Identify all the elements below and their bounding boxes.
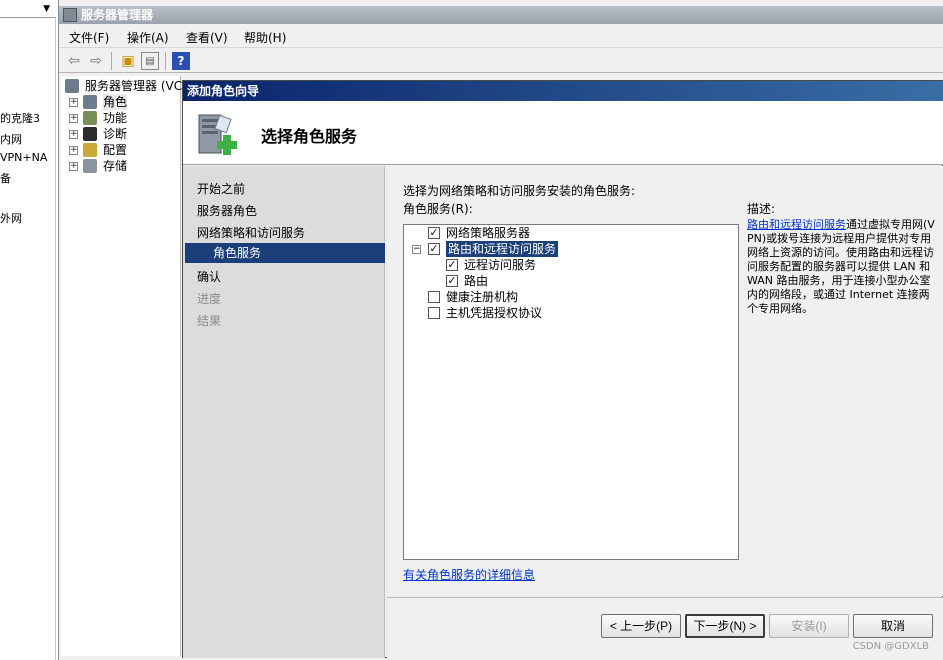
- instruction-text: 选择为网络策略和访问服务安装的角色服务:: [403, 184, 636, 198]
- cancel-button[interactable]: 取消: [853, 614, 933, 638]
- step-network-policy[interactable]: 网络策略和访问服务: [197, 224, 305, 241]
- roles-icon: [83, 95, 97, 109]
- wizard-header: 选择角色服务: [183, 101, 943, 165]
- background-list-item[interactable]: 内网: [0, 131, 22, 147]
- step-progress: 进度: [197, 292, 222, 306]
- role-services-list[interactable]: ✓ 网络策略服务器 − ✓ 路由和远程访问服务 ✓ 远程访问服务 ✓ 路由 健康…: [403, 224, 739, 560]
- step-before-you-begin[interactable]: 开始之前: [197, 180, 245, 197]
- server-manager-icon: [63, 8, 77, 22]
- server-manager-title: 服务器管理器: [81, 8, 154, 22]
- step-role-services[interactable]: 角色服务: [185, 243, 385, 263]
- back-icon[interactable]: ⇦: [65, 52, 83, 70]
- wizard-steps-panel: 开始之前 服务器角色 网络策略和访问服务 角色服务 确认 进度 结果: [183, 166, 385, 658]
- menu-help[interactable]: 帮助(H): [244, 29, 286, 46]
- wizard-titlebar[interactable]: 添加角色向导: [183, 81, 943, 101]
- diagnostics-icon: [83, 127, 97, 141]
- back-button[interactable]: < 上一步(P): [601, 614, 681, 638]
- background-window-panel: ▼ 的克隆3 内网 VPN+NA 备 外网: [0, 0, 56, 660]
- navigation-tree: 服务器管理器 (VC + 角色 + 功能 + 诊断 + 配置 + 存储: [61, 76, 182, 656]
- show-hide-tree-icon[interactable]: ▤: [141, 52, 159, 70]
- expand-icon[interactable]: +: [69, 98, 78, 107]
- menu-file[interactable]: 文件(F): [69, 29, 109, 46]
- description-body: 通过虚拟专用网(VPN)或拨号连接为远程用户提供对专用网络上资源的访问。使用路由…: [747, 218, 935, 315]
- toolbar-separator: [111, 52, 112, 70]
- watermark: CSDN @GDXLB: [852, 641, 929, 652]
- background-list-item[interactable]: 备: [0, 170, 11, 186]
- role-services-label: 角色服务(R):: [403, 202, 473, 216]
- background-list-item[interactable]: 的克隆3: [0, 110, 40, 126]
- background-list-item[interactable]: VPN+NA: [0, 151, 47, 164]
- step-results: 结果: [197, 314, 222, 328]
- checkbox-routing[interactable]: ✓: [446, 275, 458, 287]
- menu-view[interactable]: 查看(V): [186, 29, 228, 46]
- checkbox-network-policy-server[interactable]: ✓: [428, 227, 440, 239]
- more-info-link[interactable]: 有关角色服务的详细信息: [403, 566, 535, 583]
- menu-action[interactable]: 操作(A): [127, 29, 169, 46]
- storage-icon: [83, 159, 97, 173]
- install-button: 安装(I): [769, 614, 849, 638]
- step-server-roles[interactable]: 服务器角色: [197, 202, 257, 219]
- expand-icon[interactable]: +: [69, 162, 78, 171]
- up-folder-icon[interactable]: ▣: [119, 52, 137, 70]
- features-icon: [83, 111, 97, 125]
- server-manager-titlebar[interactable]: 服务器管理器: [59, 6, 943, 24]
- server-manager-node-icon: [65, 79, 79, 93]
- help-icon[interactable]: ?: [172, 52, 190, 70]
- description-title: 描述:: [747, 202, 776, 216]
- toolbar-separator: [165, 52, 166, 70]
- expand-icon[interactable]: +: [69, 130, 78, 139]
- configuration-icon: [83, 143, 97, 157]
- menu-bar: 文件(F) 操作(A) 查看(V) 帮助(H): [59, 26, 943, 48]
- background-list-item[interactable]: 外网: [0, 210, 22, 226]
- checkbox-host-credential-authorization[interactable]: [428, 307, 440, 319]
- dropdown-box[interactable]: ▼: [0, 0, 56, 18]
- step-confirmation[interactable]: 确认: [197, 268, 221, 285]
- toolbar: ⇦ ⇨ ▣ ▤ ?: [59, 49, 943, 73]
- expand-icon[interactable]: +: [69, 146, 78, 155]
- server-add-role-icon: [198, 114, 237, 155]
- list-item[interactable]: − ✓ 路由和远程访问服务: [410, 241, 610, 257]
- checkbox-remote-access-service[interactable]: ✓: [446, 259, 458, 271]
- dropdown-arrow-icon[interactable]: ▼: [43, 4, 50, 14]
- add-roles-wizard-dialog: 添加角色向导 选择角色服务 开始之前 服务器角色 网络策略和访问服务 角色服务 …: [182, 80, 943, 658]
- description-link[interactable]: 路由和远程访问服务: [747, 218, 846, 231]
- collapse-icon[interactable]: −: [412, 245, 421, 254]
- checkbox-health-registration-authority[interactable]: [428, 291, 440, 303]
- next-button[interactable]: 下一步(N) >: [685, 614, 765, 638]
- forward-icon[interactable]: ⇨: [87, 52, 105, 70]
- expand-icon[interactable]: +: [69, 114, 78, 123]
- wizard-content: 选择为网络策略和访问服务安装的角色服务: 角色服务(R): ✓ 网络策略服务器 …: [387, 166, 943, 596]
- wizard-page-title: 选择角色服务: [261, 127, 358, 146]
- checkbox-routing-remote-access[interactable]: ✓: [428, 243, 440, 255]
- description-text: 路由和远程访问服务通过虚拟专用网(VPN)或拨号连接为远程用户提供对专用网络上资…: [747, 218, 939, 316]
